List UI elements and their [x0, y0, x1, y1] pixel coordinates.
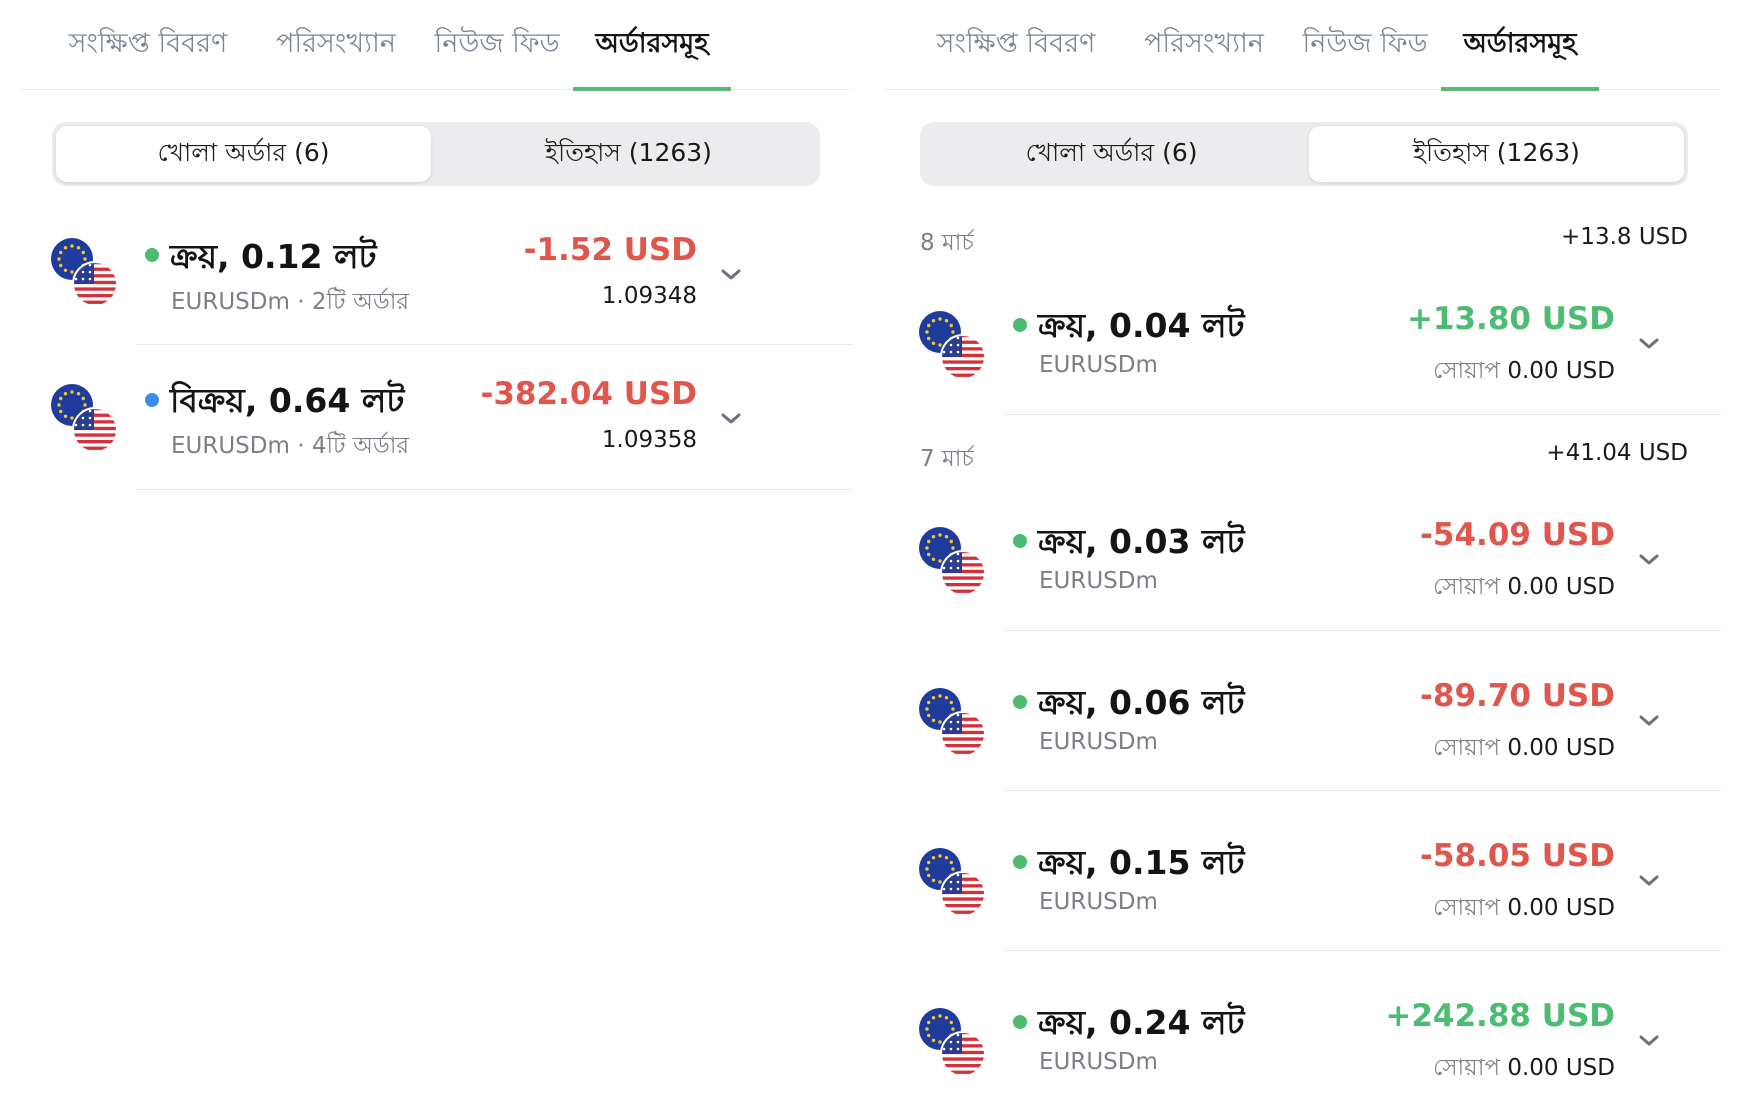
buy-indicator-dot — [1013, 318, 1027, 332]
order-profit: -382.04 USD — [480, 376, 697, 412]
order-profit: -58.05 USD — [1420, 838, 1615, 874]
history-order-row[interactable]: ক্রয়, 0.15 লট EURUSDm -58.05 USD সোয়াপ… — [886, 791, 1721, 951]
sell-indicator-dot — [145, 393, 159, 407]
swap-value: 0.00 USD — [1507, 574, 1615, 600]
order-swap: সোয়াপ 0.00 USD — [1433, 889, 1615, 928]
tab-statistics[interactable]: পরিসংখ্যান — [1134, 0, 1274, 90]
order-swap: সোয়াপ 0.00 USD — [1433, 1049, 1615, 1088]
chevron-down-icon[interactable] — [1637, 552, 1661, 568]
order-segment-control: খোলা অর্ডার (6) ইতিহাস (1263) — [920, 122, 1688, 186]
swap-value: 0.00 USD — [1507, 895, 1615, 921]
tab-news-feed[interactable]: নিউজ ফিড — [432, 0, 562, 90]
chevron-down-icon[interactable] — [1637, 713, 1661, 729]
order-profit: -89.70 USD — [1420, 678, 1615, 714]
eur-usd-flag-icon — [50, 237, 120, 307]
order-title: ক্রয়, 0.04 লট — [1038, 306, 1245, 345]
order-title: ক্রয়, 0.03 লট — [1038, 522, 1245, 561]
buy-indicator-dot — [1013, 695, 1027, 709]
swap-label: সোয়াপ — [1432, 1055, 1501, 1081]
tab-orders[interactable]: অর্ডারসমূহ — [1441, 0, 1599, 91]
chevron-down-icon[interactable] — [1637, 873, 1661, 889]
history-order-row[interactable]: ক্রয়, 0.24 লট EURUSDm +242.88 USD সোয়া… — [886, 951, 1721, 1100]
tab-statistics[interactable]: পরিসংখ্যান — [266, 0, 406, 90]
order-segment-control: খোলা অর্ডার (6) ইতিহাস (1263) — [52, 122, 820, 186]
swap-value: 0.00 USD — [1507, 735, 1615, 761]
order-title: ক্রয়, 0.15 লট — [1038, 843, 1245, 882]
order-symbol-count: EURUSDm · 4টি অর্ডার — [171, 427, 409, 466]
history-date-header: 8 মার্চ — [920, 230, 974, 256]
order-symbol: EURUSDm — [1039, 729, 1158, 755]
row-divider — [136, 489, 853, 490]
order-profit: +242.88 USD — [1385, 998, 1615, 1034]
top-tab-bar: সংক্ষিপ্ত বিবরণ পরিসংখ্যান নিউজ ফিড অর্ড… — [18, 0, 853, 91]
order-title: ক্রয়, 0.24 লট — [1038, 1003, 1245, 1042]
chevron-down-icon[interactable] — [1637, 336, 1661, 352]
segment-history[interactable]: ইতিহাস (1263) — [1309, 126, 1684, 182]
history-order-row[interactable]: ক্রয়, 0.06 লট EURUSDm -89.70 USD সোয়াপ… — [886, 631, 1721, 791]
history-date-total: +13.8 USD — [1561, 224, 1688, 250]
order-swap: সোয়াপ 0.00 USD — [1433, 568, 1615, 607]
row-divider — [1004, 414, 1721, 415]
eur-usd-flag-icon — [918, 310, 988, 380]
order-title: ক্রয়, 0.12 লট — [170, 237, 377, 276]
order-symbol: EURUSDm — [171, 433, 290, 459]
open-order-row[interactable]: ক্রয়, 0.12 লট EURUSDm · 2টি অর্ডার -1.5… — [18, 205, 853, 345]
swap-label: সোয়াপ — [1432, 358, 1501, 384]
segment-history[interactable]: ইতিহাস (1263) — [441, 126, 816, 182]
order-profit: +13.80 USD — [1406, 301, 1615, 337]
swap-label: সোয়াপ — [1432, 735, 1501, 761]
order-swap: সোয়াপ 0.00 USD — [1433, 352, 1615, 391]
order-profit: -54.09 USD — [1420, 517, 1615, 553]
history-order-row[interactable]: ক্রয়, 0.04 লট EURUSDm +13.80 USD সোয়াপ… — [886, 270, 1721, 415]
history-date-header: 7 মার্চ — [920, 446, 974, 472]
order-symbol: EURUSDm — [1039, 352, 1158, 378]
history-order-row[interactable]: ক্রয়, 0.03 লট EURUSDm -54.09 USD সোয়াপ… — [886, 486, 1721, 631]
open-order-row[interactable]: বিক্রয়, 0.64 লট EURUSDm · 4টি অর্ডার -3… — [18, 345, 853, 490]
chevron-down-icon[interactable] — [719, 411, 743, 427]
tab-summary[interactable]: সংক্ষিপ্ত বিবরণ — [926, 0, 1106, 90]
tab-news-feed[interactable]: নিউজ ফিড — [1300, 0, 1430, 90]
buy-indicator-dot — [1013, 1015, 1027, 1029]
swap-value: 0.00 USD — [1507, 1055, 1615, 1081]
order-count: · 4টি অর্ডার — [297, 433, 410, 459]
order-count: · 2টি অর্ডার — [297, 289, 410, 315]
chevron-down-icon[interactable] — [719, 267, 743, 283]
eur-usd-flag-icon — [50, 383, 120, 453]
order-symbol: EURUSDm — [1039, 568, 1158, 594]
order-symbol: EURUSDm — [171, 289, 290, 315]
orders-panel-history: সংক্ষিপ্ত বিবরণ পরিসংখ্যান নিউজ ফিড অর্ড… — [886, 0, 1721, 1100]
eur-usd-flag-icon — [918, 687, 988, 757]
order-swap: সোয়াপ 0.00 USD — [1433, 729, 1615, 768]
eur-usd-flag-icon — [918, 847, 988, 917]
order-title: বিক্রয়, 0.64 লট — [170, 381, 405, 420]
tab-summary[interactable]: সংক্ষিপ্ত বিবরণ — [58, 0, 238, 90]
eur-usd-flag-icon — [918, 526, 988, 596]
order-profit: -1.52 USD — [523, 232, 697, 268]
order-title: ক্রয়, 0.06 লট — [1038, 683, 1245, 722]
history-date-total: +41.04 USD — [1546, 440, 1688, 466]
chevron-down-icon[interactable] — [1637, 1033, 1661, 1049]
order-symbol: EURUSDm — [1039, 889, 1158, 915]
swap-label: সোয়াপ — [1432, 895, 1501, 921]
top-tab-bar: সংক্ষিপ্ত বিবরণ পরিসংখ্যান নিউজ ফিড অর্ড… — [886, 0, 1721, 91]
swap-label: সোয়াপ — [1432, 574, 1501, 600]
buy-indicator-dot — [1013, 534, 1027, 548]
buy-indicator-dot — [145, 248, 159, 262]
order-symbol: EURUSDm — [1039, 1049, 1158, 1075]
order-price: 1.09348 — [601, 283, 697, 309]
eur-usd-flag-icon — [918, 1007, 988, 1077]
segment-open-orders[interactable]: খোলা অর্ডার (6) — [924, 126, 1299, 182]
order-price: 1.09358 — [601, 427, 697, 453]
buy-indicator-dot — [1013, 855, 1027, 869]
tab-orders[interactable]: অর্ডারসমূহ — [573, 0, 731, 91]
swap-value: 0.00 USD — [1507, 358, 1615, 384]
orders-panel-open: সংক্ষিপ্ত বিবরণ পরিসংখ্যান নিউজ ফিড অর্ড… — [18, 0, 853, 1100]
order-symbol-count: EURUSDm · 2টি অর্ডার — [171, 283, 409, 322]
segment-open-orders[interactable]: খোলা অর্ডার (6) — [56, 126, 431, 182]
